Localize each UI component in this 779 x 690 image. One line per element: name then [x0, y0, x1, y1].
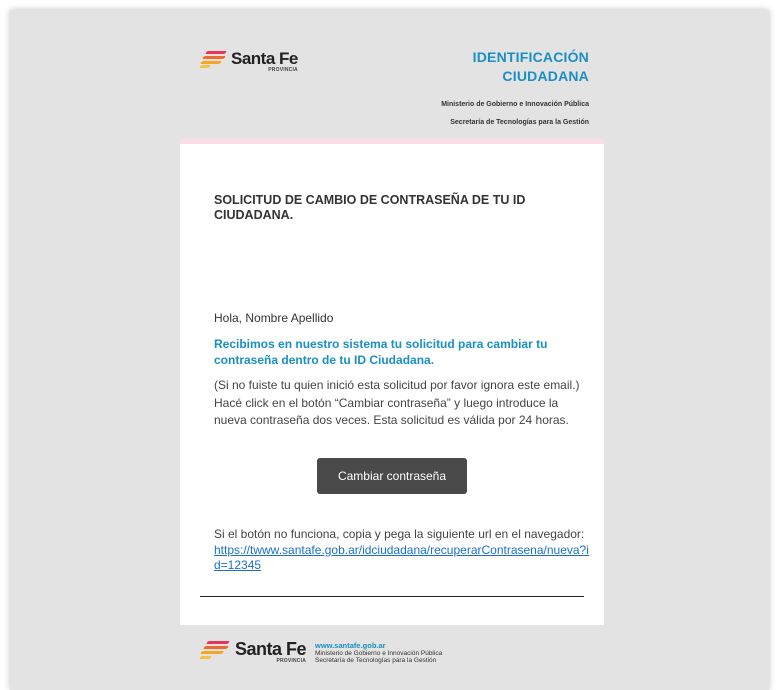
- email-body: (Si no fuiste tu quien inició esta solic…: [214, 378, 580, 427]
- email-card: SOLICITUD DE CAMBIO DE CONTRASEÑA DE TU …: [180, 144, 604, 625]
- recovery-link[interactable]: https://twww.santafe.gob.ar/idciudadana/…: [214, 543, 589, 573]
- footer-logo-brand: Santa Fe: [235, 639, 307, 659]
- header-ministry: Ministerio de Gobierno e Innovación Públ…: [441, 101, 589, 108]
- footer-website[interactable]: www.santafe.gob.ar: [315, 642, 442, 650]
- header-secretariat: Secretaría de Tecnologías para la Gestió…: [450, 119, 589, 126]
- footer-info: www.santafe.gob.ar Ministerio de Gobiern…: [315, 642, 442, 665]
- header-title-line1: IDENTIFICACIÓN: [472, 49, 589, 65]
- footer-logo: Santa Fe PROVINCIA: [198, 639, 307, 664]
- santa-fe-flag-icon: [198, 50, 228, 68]
- header-title: IDENTIFICACIÓN CIUDADANA: [389, 48, 589, 86]
- footer-ministry: Ministerio de Gobierno e Innovación Públ…: [315, 649, 443, 657]
- email-highlight: Recibimos en nuestro sistema tu solicitu…: [214, 337, 548, 367]
- santa-fe-flag-icon: [198, 640, 232, 660]
- fallback-section: Si el botón no funciona, copia y pega la…: [214, 527, 594, 574]
- santa-fe-logo: Santa Fe PROVINCIA: [198, 49, 298, 73]
- fallback-text: Si el botón no funciona, copia y pega la…: [214, 527, 585, 541]
- logo-brand: Santa Fe: [231, 49, 298, 68]
- email-heading: SOLICITUD DE CAMBIO DE CONTRASEÑA DE TU …: [214, 193, 526, 222]
- change-password-button[interactable]: Cambiar contraseña: [317, 458, 467, 494]
- header-title-line2: CIUDADANA: [502, 68, 589, 84]
- footer-secretariat: Secretaría de Tecnologías para la Gestió…: [315, 657, 437, 664]
- divider: [200, 596, 584, 597]
- email-greeting: Hola, Nombre Apellido: [214, 311, 334, 325]
